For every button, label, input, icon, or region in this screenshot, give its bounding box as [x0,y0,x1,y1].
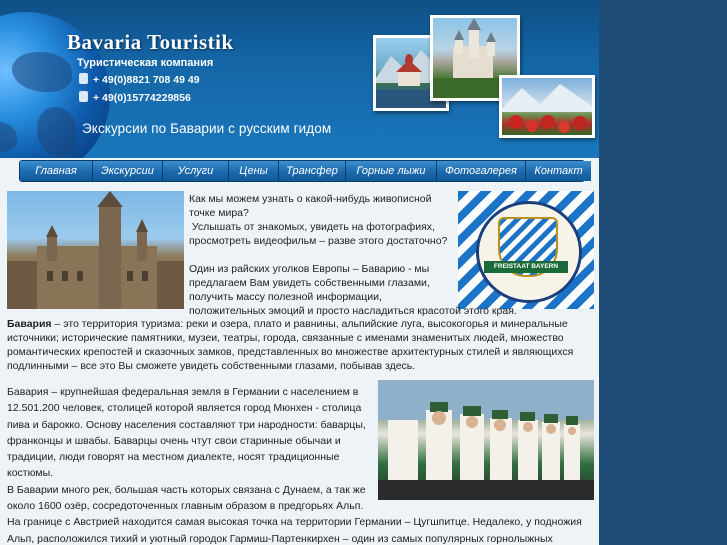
right-background [599,0,727,545]
paragraph-line: пива и барокко. Основу населения составл… [7,418,366,431]
bavaria-coat-of-arms: FREISTAAT BAYERN [458,191,594,309]
paragraph-line: 12.501.200 человек, столицей которой явл… [7,402,362,415]
nav-item-services[interactable]: Услуги [163,161,229,181]
intro-line: положительных эмоций и просто насладитьс… [189,305,517,317]
header-photo-flowers-mountains [499,75,595,138]
site-logo[interactable]: Bavaria Touristik [67,30,234,55]
nav-item-contact[interactable]: Контакт [526,161,591,181]
paragraph-line: франконцы и швабы. Баварцы очень чтут св… [7,434,341,447]
intro-line: точке мира? [189,207,249,219]
traditional-costume-parade-photo [378,380,594,500]
phone-icon [79,73,88,84]
intro-line: получить массу полезной информации, [189,291,382,303]
intro-line: предлагаем Вам увидеть собственными глаз… [189,277,430,289]
nav-item-excursions[interactable]: Экскурсии [93,161,163,181]
nav-item-transfer[interactable]: Трансфер [279,161,346,181]
phone-number-1: + 49(0)8821 708 49 49 [93,74,200,86]
paragraph-line: В Баварии много рек, большая часть котор… [7,483,366,496]
crest-band-label: FREISTAAT BAYERN [484,261,568,273]
page: Bavaria Touristik Туристическая компания… [0,0,599,545]
intro-line: Один из райских уголков Европы – Баварию… [189,263,430,275]
paragraph-line: романтических крепостей и сказочных замк… [7,346,574,358]
paragraph-line: традиции, люди говорят на местном диалек… [7,451,340,464]
population-paragraph: Бавария – крупнейшая федеральная земля в… [7,384,582,545]
intro-line: Как мы можем узнать о какой-нибудь живоп… [189,193,432,205]
main-nav: Главная Экскурсии Услуги Цены Трансфер Г… [19,160,591,182]
munich-townhall-photo [7,191,184,309]
intro-text: Как мы можем узнать о какой-нибудь живоп… [189,192,517,318]
mobile-icon [79,91,88,102]
nav-item-gallery[interactable]: Фотогалерея [437,161,526,181]
header: Bavaria Touristik Туристическая компания… [0,0,599,158]
nav-item-prices[interactable]: Цены [229,161,279,181]
header-slogan: Экскурсии по Баварии с русским гидом [82,121,332,136]
phone-line-1: + 49(0)8821 708 49 49 [79,73,200,86]
nav-item-skiing[interactable]: Горные лыжи [346,161,437,181]
intro-line: просмотреть видеофильм – разве этого дос… [189,235,448,247]
bavaria-paragraph: Бавария – это территория туризма: реки и… [7,317,592,373]
intro-line: Услышать от знакомых, увидеть на фотогра… [189,221,435,233]
bavaria-bold-term: Бавария [7,318,52,330]
nav-item-home[interactable]: Главная [20,161,93,181]
paragraph-line: костюмы. [7,467,54,480]
company-subtitle: Туристическая компания [77,57,214,69]
phone-number-2: + 49(0)15774229856 [93,92,191,104]
paragraph-line: Альп, расположился тихий и уютный городо… [7,532,553,545]
paragraph-line: Бавария – крупнейшая федеральная земля в… [7,386,359,398]
paragraph-line: подлинными – все это Вы сможете увидеть … [7,360,416,372]
paragraph-line: около 1600 озёр, сосредоточенных главным… [7,500,364,513]
paragraph-line: источники; исторические памятники, музеи… [7,332,564,344]
paragraph-line: На границе с Австрией находится самая вы… [7,516,582,529]
paragraph-line: – это территория туризма: реки и озера, … [51,318,568,330]
phone-line-2: + 49(0)15774229856 [79,91,191,104]
